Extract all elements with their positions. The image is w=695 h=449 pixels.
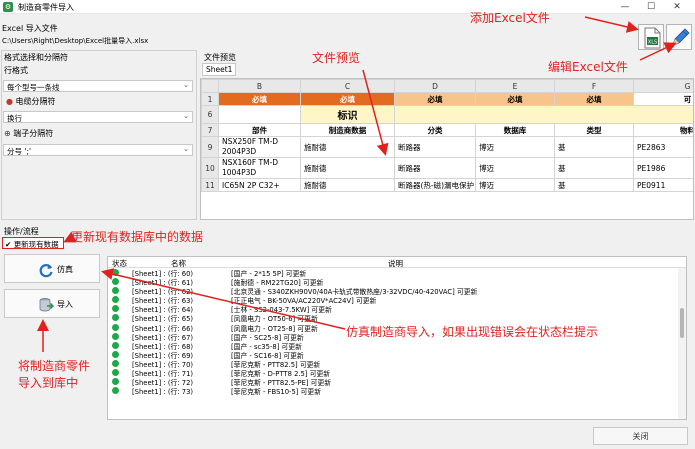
arrow-preview	[362, 69, 389, 156]
annotation-import-line1: 将制造商零件	[18, 359, 91, 373]
arrow-edit-excel	[639, 42, 677, 61]
annotation-file-preview: 文件预览	[312, 51, 361, 65]
annotation-simulate: 仿真制造商导入，如果出现错误会在状态栏提示	[346, 325, 599, 339]
annotation-edit-excel: 编辑Excel文件	[548, 60, 628, 74]
annotation-update-data: 更新现有数据库中的数据	[71, 230, 204, 244]
annotation-add-excel: 添加Excel文件	[470, 11, 550, 25]
arrow-simulate	[101, 268, 346, 330]
annotation-import-line2: 导入到库中	[18, 376, 79, 390]
arrow-add-excel	[584, 16, 639, 33]
